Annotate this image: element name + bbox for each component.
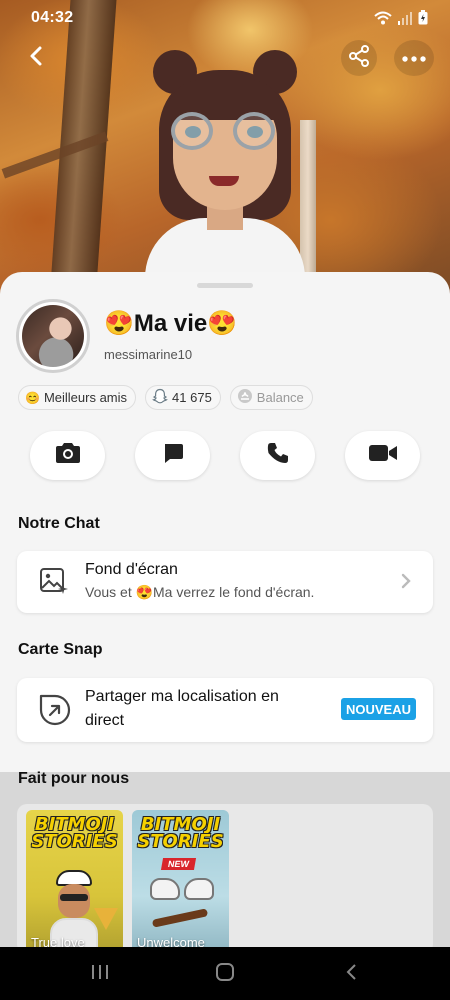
more-options-button[interactable] [394, 40, 434, 76]
video-call-button[interactable] [345, 431, 420, 480]
system-back-button[interactable] [336, 960, 366, 988]
chip-label: Balance [256, 390, 304, 405]
story-tile-true-love[interactable]: BITMOJI STORIES True love [26, 810, 123, 954]
status-time: 04:32 [31, 9, 74, 26]
back-button[interactable] [18, 40, 54, 76]
wifi-icon [374, 11, 392, 30]
signal-icon [398, 11, 412, 30]
home-button[interactable] [210, 960, 240, 988]
profile-username: messimarine10 [104, 347, 193, 362]
video-camera-icon [368, 443, 398, 468]
profile-photo [22, 305, 84, 367]
profile-chips: 😊 Meilleurs amis 41 675 Balance [18, 385, 313, 410]
home-icon [215, 962, 235, 987]
phone-icon [266, 441, 290, 470]
location-arrow-icon [39, 694, 71, 731]
best-friends-chip[interactable]: 😊 Meilleurs amis [18, 385, 137, 410]
chevron-left-icon [29, 45, 43, 72]
recent-apps-button[interactable] [85, 960, 115, 988]
bitmoji-avatar[interactable] [145, 50, 305, 288]
bitmoji-stories-row: BITMOJI STORIES True love BITMOJI STORIE… [17, 804, 433, 954]
share-icon [348, 44, 370, 72]
chip-label: Meilleurs amis [43, 390, 128, 405]
quick-actions [30, 431, 420, 480]
camera-button[interactable] [30, 431, 105, 480]
camera-icon [54, 442, 82, 469]
profile-display-name: 😍Ma vie😍 [104, 310, 238, 337]
pizza-slice [94, 908, 118, 930]
centipede [151, 908, 209, 928]
new-badge: NOUVEAU [340, 698, 416, 720]
more-horizontal-icon [402, 49, 426, 67]
chip-label: 41 675 [172, 390, 212, 405]
voice-call-button[interactable] [240, 431, 315, 480]
wallpaper-card[interactable]: Fond d'écran Vous et 😍Ma verrez le fond … [17, 551, 433, 613]
bitmoji-stories-logo: BITMOJI STORIES [31, 814, 118, 852]
snapscore-chip[interactable]: 41 675 [145, 385, 221, 410]
recents-icon [91, 964, 109, 985]
share-button[interactable] [341, 40, 377, 76]
system-navigation-bar [0, 947, 450, 1000]
chat-button[interactable] [135, 431, 210, 480]
balance-icon [237, 388, 253, 407]
section-title-stories: Fait pour nous [18, 770, 130, 787]
sneakers [150, 870, 214, 904]
profile-header-background [0, 0, 450, 300]
live-location-card[interactable]: Partager ma localisation en direct NOUVE… [17, 678, 433, 742]
wallpaper-title: Fond d'écran [85, 561, 178, 578]
wallpaper-sparkle-icon [39, 567, 69, 602]
profile-sheet: 😍Ma vie😍 messimarine10 😊 Meilleurs amis … [0, 272, 450, 1000]
back-arrow-icon [345, 963, 357, 986]
new-tag: NEW [160, 858, 197, 870]
section-title-chat: Notre Chat [18, 515, 100, 532]
zodiac-chip[interactable]: Balance [229, 385, 313, 410]
story-tile-unwelcome[interactable]: BITMOJI STORIES NEW Unwelcome [132, 810, 229, 954]
section-title-map: Carte Snap [18, 641, 103, 658]
chevron-right-icon [401, 573, 411, 594]
chat-bubble-icon [162, 442, 184, 469]
ghost-icon [152, 388, 168, 407]
live-location-title-line2: direct [85, 712, 125, 729]
live-location-title-line1: Partager ma localisation en [85, 688, 279, 705]
battery-icon [418, 10, 428, 30]
bitmoji-stories-logo: BITMOJI STORIES [137, 814, 224, 852]
smile-emoji-icon: 😊 [25, 390, 40, 405]
wallpaper-subtitle: Vous et 😍Ma verrez le fond d'écran. [85, 584, 315, 600]
status-bar: 04:32 [0, 0, 450, 36]
profile-avatar[interactable] [16, 299, 90, 373]
sheet-drag-handle[interactable] [197, 283, 253, 288]
